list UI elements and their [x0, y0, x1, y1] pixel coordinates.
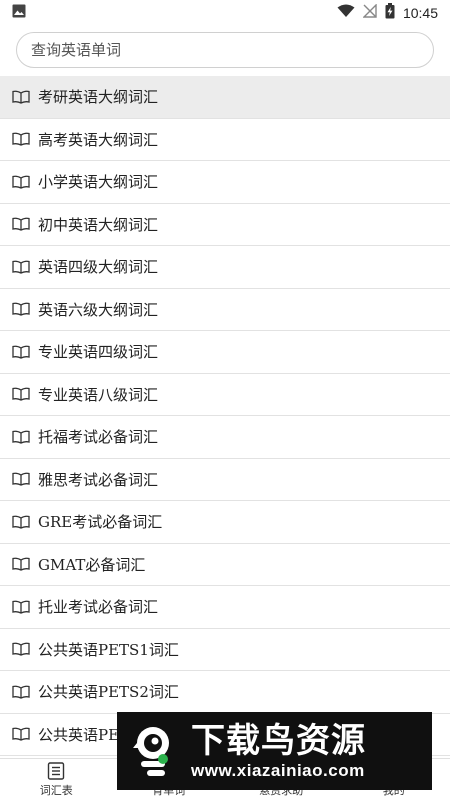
list-item-label: 公共英语PETS2词汇 — [38, 683, 179, 702]
list-item[interactable]: 高考英语大纲词汇 — [0, 118, 450, 161]
list-item[interactable]: 公共英语PETS1词汇 — [0, 628, 450, 671]
list-item[interactable]: 英语四级大纲词汇 — [0, 246, 450, 289]
list-item[interactable]: 专业英语四级词汇 — [0, 331, 450, 374]
list-item-label: 雅思考试必备词汇 — [38, 470, 159, 489]
book-icon — [12, 727, 30, 741]
book-icon — [12, 132, 30, 146]
no-signal-icon — [362, 3, 377, 22]
status-icons: 10:45 — [337, 2, 438, 23]
search-bar — [16, 32, 434, 68]
image-icon — [12, 3, 26, 22]
list-item-label: 英语六级大纲词汇 — [38, 300, 159, 319]
book-icon — [12, 642, 30, 656]
bird-logo-icon — [133, 727, 169, 776]
list-item-label: GMAT必备词汇 — [38, 555, 146, 574]
list-item-label: GRE考试必备词汇 — [38, 513, 163, 532]
list-item[interactable]: 英语六级大纲词汇 — [0, 288, 450, 331]
list-icon — [48, 762, 65, 780]
watermark-text: 下载鸟资源 www.xiazainiao.com — [191, 721, 366, 781]
battery-charging-icon — [385, 2, 395, 23]
tab-label: 词汇表 — [39, 784, 73, 797]
list-item-label: 小学英语大纲词汇 — [38, 173, 159, 192]
list-item-label: 专业英语八级词汇 — [38, 385, 159, 404]
search-input[interactable] — [16, 32, 434, 68]
book-icon — [12, 515, 30, 529]
book-icon — [12, 345, 30, 359]
list-item[interactable]: 专业英语八级词汇 — [0, 373, 450, 416]
book-icon — [12, 685, 30, 699]
list-item-label: 公共英语PE — [38, 725, 120, 744]
watermark-banner: 下载鸟资源 www.xiazainiao.com — [117, 712, 432, 790]
wifi-icon — [337, 3, 355, 22]
app-screen: 10:45 考研英语大纲词汇 高考英语大纲词汇 小学英语大纲词汇 初中英语大纲词… — [0, 0, 450, 800]
list-item[interactable]: GMAT必备词汇 — [0, 543, 450, 586]
book-icon — [12, 472, 30, 486]
list-item[interactable]: 托福考试必备词汇 — [0, 416, 450, 459]
status-time: 10:45 — [402, 4, 438, 21]
watermark-url: www.xiazainiao.com — [191, 761, 365, 780]
tab-vocab-list[interactable]: 词汇表 — [0, 759, 113, 800]
list-item-label: 英语四级大纲词汇 — [38, 258, 159, 277]
list-item-label: 考研英语大纲词汇 — [38, 88, 159, 107]
list-item[interactable]: 考研英语大纲词汇 — [0, 76, 450, 119]
list-item-label: 托福考试必备词汇 — [38, 428, 159, 447]
list-item[interactable]: 雅思考试必备词汇 — [0, 458, 450, 501]
list-item[interactable]: 初中英语大纲词汇 — [0, 203, 450, 246]
list-item[interactable]: 托业考试必备词汇 — [0, 586, 450, 629]
list-item-label: 专业英语四级词汇 — [38, 343, 159, 362]
book-icon — [12, 600, 30, 614]
book-icon — [12, 557, 30, 571]
list-item-label: 初中英语大纲词汇 — [38, 215, 159, 234]
list-item[interactable]: 公共英语PETS2词汇 — [0, 671, 450, 714]
status-bar: 10:45 — [0, 0, 450, 25]
list-item-label: 高考英语大纲词汇 — [38, 130, 159, 149]
book-icon — [12, 260, 30, 274]
book-icon — [12, 217, 30, 231]
list-item[interactable]: GRE考试必备词汇 — [0, 501, 450, 544]
book-icon — [12, 302, 30, 316]
book-icon — [12, 387, 30, 401]
book-icon — [12, 430, 30, 444]
vocab-list: 考研英语大纲词汇 高考英语大纲词汇 小学英语大纲词汇 初中英语大纲词汇 英语四级… — [0, 76, 450, 758]
book-icon — [12, 175, 30, 189]
list-item-label: 托业考试必备词汇 — [38, 598, 159, 617]
list-item[interactable]: 小学英语大纲词汇 — [0, 161, 450, 204]
book-icon — [12, 90, 30, 104]
list-item-label: 公共英语PETS1词汇 — [38, 640, 179, 659]
watermark-title: 下载鸟资源 — [191, 721, 366, 761]
